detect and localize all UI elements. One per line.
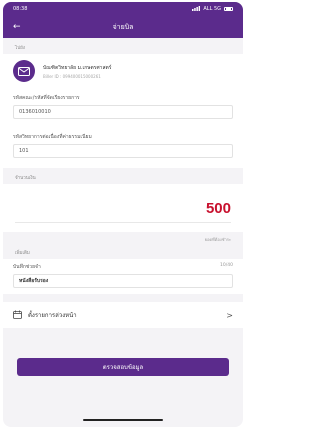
app-header: ← จ่ายบิล	[3, 16, 243, 38]
ref1-field: รหัสคณะ/รหัสที่จัดเรียงรายการ 0136010010	[3, 90, 243, 123]
status-time: 08:38	[13, 6, 28, 12]
battery-icon	[224, 7, 233, 11]
ref2-label: รหัสวิทยาการต่อเนื่องที่ค่าธรรมเนียม	[13, 134, 92, 140]
home-indicator[interactable]	[83, 419, 163, 421]
recipient-section-label: ไปยัง	[15, 46, 25, 51]
ref2-field: รหัสวิทยาการต่อเนื่องที่ค่าธรรมเนียม 101	[3, 129, 243, 162]
review-button[interactable]: ตรวจสอบข้อมูล	[17, 358, 229, 376]
arrow-left-icon[interactable]: ←	[13, 22, 29, 32]
amount-card[interactable]: 500	[3, 184, 243, 232]
calendar-icon	[13, 310, 22, 321]
note-section-label: เพิ่มเติม	[15, 251, 30, 256]
amount-hint: ยอดที่ต้องชำระ	[204, 237, 231, 242]
carrier-label: ALL 5G	[203, 6, 221, 12]
note-input[interactable]: หนังสือรับรอง	[13, 274, 233, 288]
page-title: จ่ายบิล	[112, 22, 134, 31]
ref1-input[interactable]: 0136010010	[13, 105, 233, 119]
ref1-label: รหัสคณะ/รหัสที่จัดเรียงรายการ	[13, 95, 80, 101]
recipient-card: บัณฑิตวิทยาลัย ม.เกษตรศาสตร์ Biller ID :…	[3, 54, 243, 168]
schedule-row[interactable]: ตั้งรายการล่วงหน้า >	[3, 302, 243, 328]
ref2-input[interactable]: 101	[13, 144, 233, 158]
chevron-right-icon: >	[226, 310, 233, 320]
biller-info: บัณฑิตวิทยาลัย ม.เกษตรศาสตร์ Biller ID :…	[43, 64, 111, 79]
biller-id: Biller ID : 099400015000261	[43, 73, 101, 79]
schedule-label: ตั้งรายการล่วงหน้า	[28, 312, 77, 319]
note-header: บันทึกช่วยจำ 10/40	[3, 259, 243, 274]
biller-name: บัณฑิตวิทยาลัย ม.เกษตรศาสตร์	[43, 64, 112, 71]
amount-underline	[15, 222, 231, 223]
note-label: บันทึกช่วยจำ	[13, 264, 41, 270]
phone-screen: 08:38 ALL 5G ← จ่ายบิล ไปยัง บัณฑิตวิทยา…	[3, 2, 243, 427]
status-bar: 08:38 ALL 5G	[3, 2, 243, 16]
envelope-icon	[13, 60, 35, 82]
note-counter: 10/40	[220, 263, 233, 268]
note-card: บันทึกช่วยจำ 10/40 หนังสือรับรอง	[3, 259, 243, 294]
amount-value[interactable]: 500	[206, 200, 231, 217]
signal-icon	[192, 5, 201, 13]
status-right: ALL 5G	[192, 5, 233, 13]
amount-section-label: จำนวนเงิน	[15, 176, 36, 181]
biller-row: บัณฑิตวิทยาลัย ม.เกษตรศาสตร์ Biller ID :…	[3, 54, 243, 90]
